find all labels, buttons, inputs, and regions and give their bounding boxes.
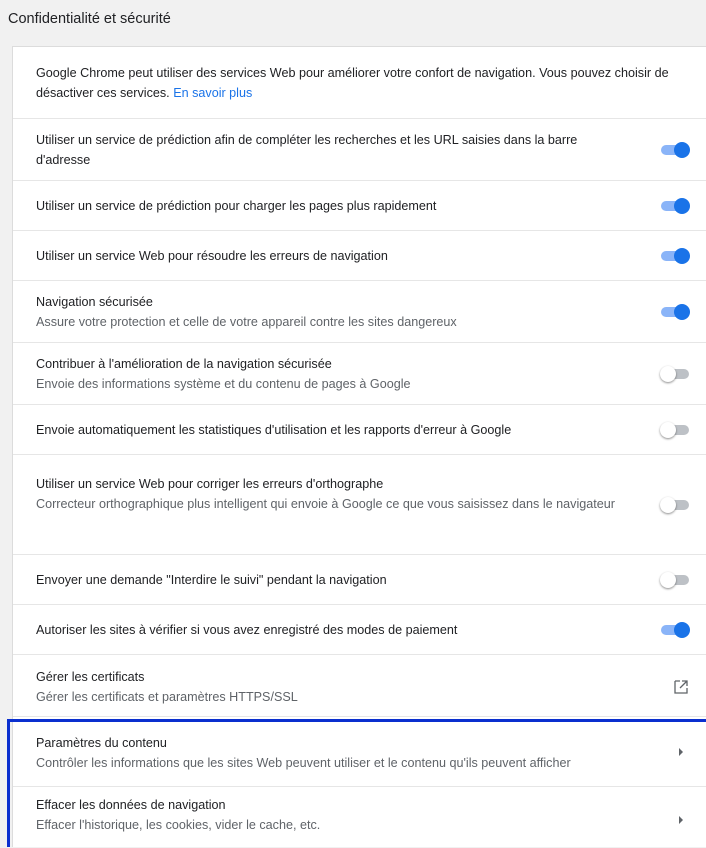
toggle-switch[interactable] <box>660 497 690 513</box>
setting-subtitle: Correcteur orthographique plus intellige… <box>36 497 615 511</box>
toggle-switch[interactable] <box>660 572 690 588</box>
setting-title: Navigation sécurisée <box>36 295 153 309</box>
setting-row-manage-certificates[interactable]: Gérer les certificats Gérer les certific… <box>13 655 706 717</box>
setting-row-spell-check[interactable]: Utiliser un service Web pour corriger le… <box>13 455 706 555</box>
setting-title: Utiliser un service Web pour résoudre le… <box>36 249 388 263</box>
setting-title: Autoriser les sites à vérifier si vous a… <box>36 623 458 637</box>
setting-title: Utiliser un service de prédiction pour c… <box>36 199 437 213</box>
setting-row-clear-browsing-data[interactable]: Effacer les données de navigation Efface… <box>13 787 706 848</box>
setting-row-do-not-track[interactable]: Envoyer une demande "Interdire le suivi"… <box>13 555 706 605</box>
learn-more-link[interactable]: En savoir plus <box>173 86 252 100</box>
toggle-switch[interactable] <box>660 366 690 382</box>
chevron-right-icon[interactable] <box>679 816 683 824</box>
toggle-switch[interactable] <box>660 248 690 264</box>
setting-subtitle: Contrôler les informations que les sites… <box>36 756 571 770</box>
setting-subtitle: Gérer les certificats et paramètres HTTP… <box>36 690 298 704</box>
setting-row-safe-browsing[interactable]: Navigation sécurisée Assure votre protec… <box>13 281 706 343</box>
setting-title: Utiliser un service de prédiction afin d… <box>36 133 578 167</box>
setting-row-improve-safe-browsing[interactable]: Contribuer à l'amélioration de la naviga… <box>13 343 706 405</box>
setting-title: Envoyer une demande "Interdire le suivi"… <box>36 573 387 587</box>
setting-title: Paramètres du contenu <box>36 736 167 750</box>
toggle-switch[interactable] <box>660 304 690 320</box>
section-title: Confidentialité et sécurité <box>8 11 171 27</box>
chevron-right-icon[interactable] <box>679 748 683 756</box>
intro-text: Google Chrome peut utiliser des services… <box>36 66 669 100</box>
setting-row-search-prediction[interactable]: Utiliser un service de prédiction afin d… <box>13 119 706 181</box>
setting-subtitle: Effacer l'historique, les cookies, vider… <box>36 818 321 832</box>
setting-row-content-settings[interactable]: Paramètres du contenu Contrôler les info… <box>13 717 706 787</box>
setting-title: Utiliser un service Web pour corriger le… <box>36 477 384 491</box>
intro-row: Google Chrome peut utiliser des services… <box>13 47 706 119</box>
toggle-switch[interactable] <box>660 198 690 214</box>
setting-subtitle: Envoie des informations système et du co… <box>36 377 411 391</box>
setting-row-page-preload[interactable]: Utiliser un service de prédiction pour c… <box>13 181 706 231</box>
setting-subtitle: Assure votre protection et celle de votr… <box>36 315 457 329</box>
setting-title: Gérer les certificats <box>36 670 145 684</box>
setting-title: Effacer les données de navigation <box>36 798 226 812</box>
setting-row-navigation-errors[interactable]: Utiliser un service Web pour résoudre le… <box>13 231 706 281</box>
toggle-switch[interactable] <box>660 422 690 438</box>
setting-row-payment-methods[interactable]: Autoriser les sites à vérifier si vous a… <box>13 605 706 655</box>
privacy-settings-card: Google Chrome peut utiliser des services… <box>12 46 706 847</box>
toggle-switch[interactable] <box>660 622 690 638</box>
intro-text-block: Google Chrome peut utiliser des services… <box>36 63 691 103</box>
toggle-switch[interactable] <box>660 142 690 158</box>
external-link-icon[interactable] <box>673 679 689 695</box>
setting-title: Envoie automatiquement les statistiques … <box>36 423 512 437</box>
setting-title: Contribuer à l'amélioration de la naviga… <box>36 357 332 371</box>
setting-row-usage-statistics[interactable]: Envoie automatiquement les statistiques … <box>13 405 706 455</box>
